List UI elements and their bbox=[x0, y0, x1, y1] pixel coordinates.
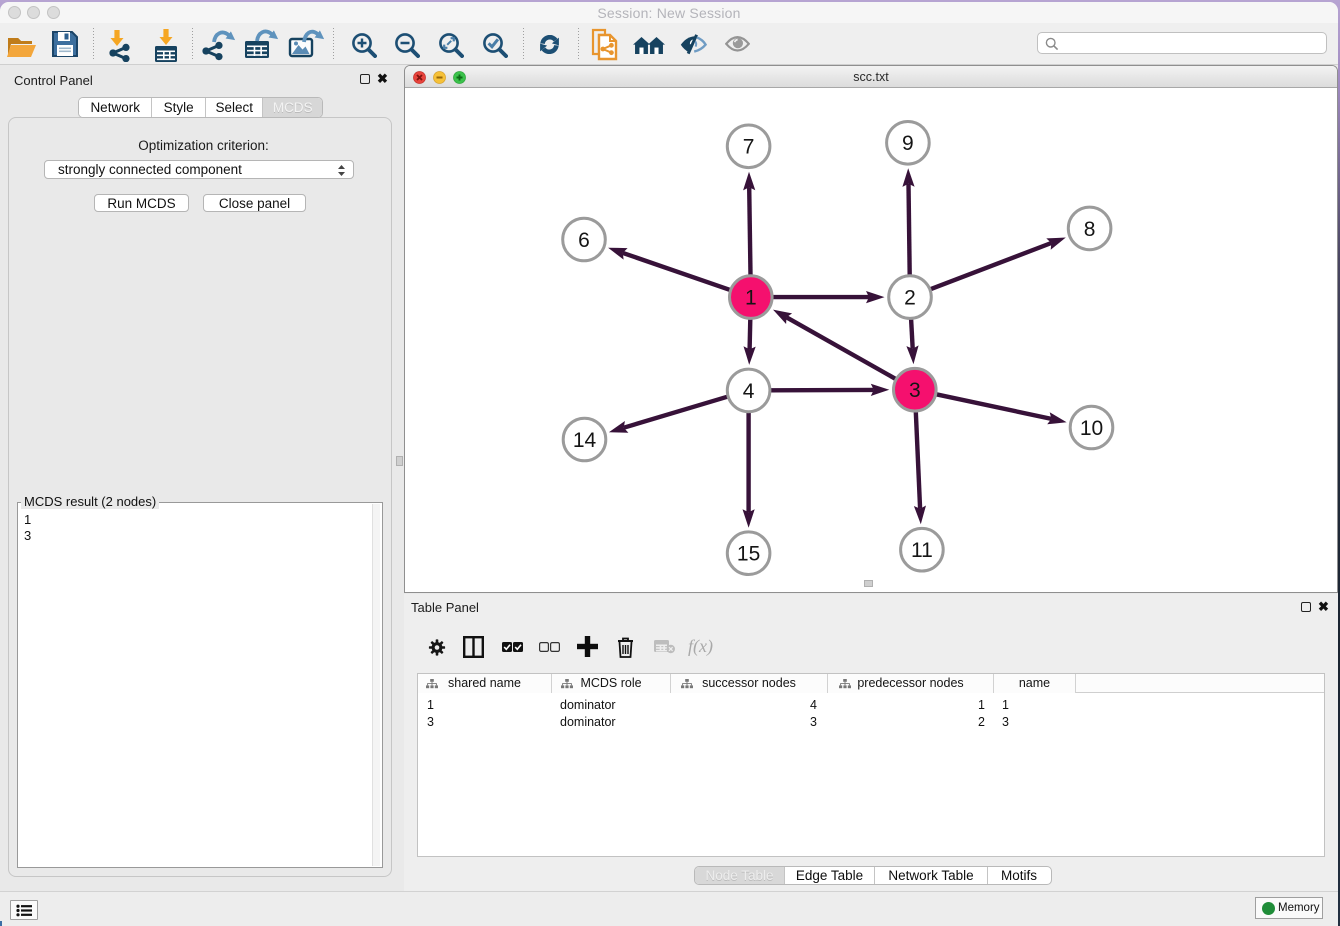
svg-text:3: 3 bbox=[909, 379, 921, 402]
svg-text:4: 4 bbox=[743, 380, 755, 403]
svg-text:10: 10 bbox=[1080, 417, 1103, 440]
svg-text:6: 6 bbox=[578, 229, 590, 252]
svg-text:1: 1 bbox=[745, 287, 757, 310]
svg-text:9: 9 bbox=[902, 132, 914, 155]
svg-text:15: 15 bbox=[737, 543, 760, 566]
svg-text:2: 2 bbox=[904, 287, 916, 310]
svg-text:14: 14 bbox=[573, 429, 597, 452]
svg-text:11: 11 bbox=[911, 539, 933, 562]
svg-text:8: 8 bbox=[1084, 218, 1096, 241]
svg-text:7: 7 bbox=[743, 136, 755, 159]
